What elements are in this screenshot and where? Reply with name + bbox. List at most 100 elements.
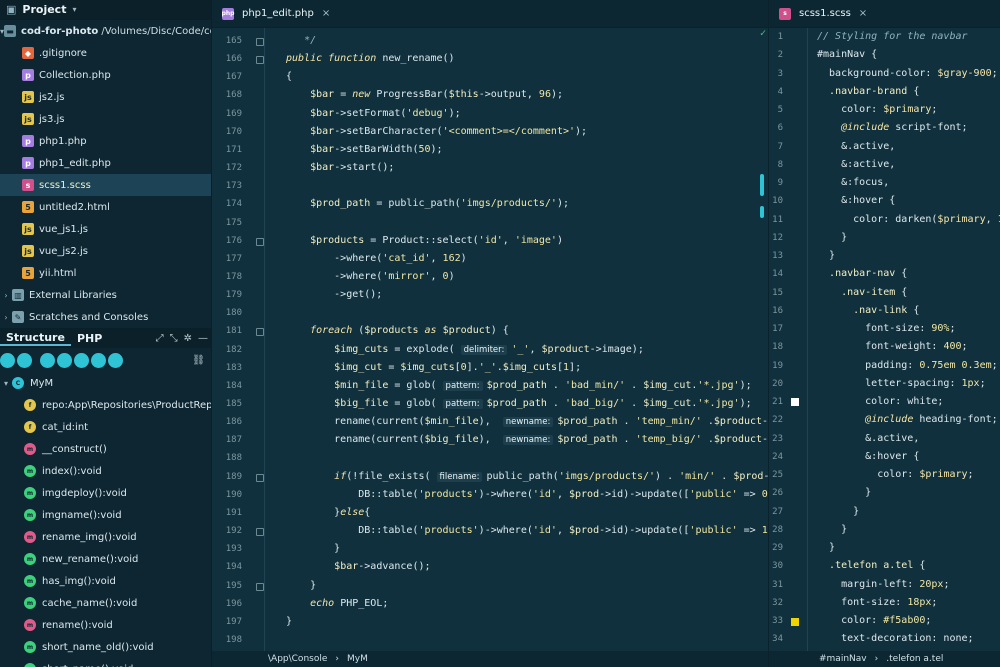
expand-icon[interactable]: ⤢ (153, 333, 167, 344)
tree-item-scratches[interactable]: › ✎ Scratches and Consoles (0, 306, 211, 328)
code-line[interactable]: DB::table('products')->where('id', $prod… (286, 525, 768, 536)
code-line[interactable]: $bar = new ProgressBar($this->output, 96… (286, 89, 563, 100)
show-methods-icon[interactable] (74, 352, 89, 368)
code-line[interactable]: } (286, 543, 340, 554)
code-line[interactable]: .nav-item { (817, 287, 907, 298)
tree-item-file[interactable]: 5 untitled2.html (0, 196, 211, 218)
code-line[interactable]: @include script-font; (817, 122, 967, 133)
link-icon[interactable]: ⛓ (192, 355, 211, 366)
code-line[interactable]: } (817, 542, 835, 553)
structure-member[interactable]: m short_name():void (0, 658, 211, 667)
code-line[interactable]: .navbar-nav { (817, 268, 907, 279)
code-line[interactable]: color: #f5ab00; (817, 615, 931, 626)
code-line[interactable]: margin-left: 20px; (817, 579, 949, 590)
code-line[interactable]: font-size: 18px; (817, 597, 937, 608)
code-line[interactable]: ->where('cat_id', 162) (286, 253, 466, 264)
code-line[interactable]: rename(current($big_file), newname: $prod… (286, 434, 768, 446)
code-line[interactable]: #mainNav { (817, 49, 877, 60)
tree-root[interactable]: ▾ ▬ cod-for-photo /Volumes/Disc/Code/co (0, 20, 211, 42)
structure-member[interactable]: f cat_id:int (0, 416, 211, 438)
code-line[interactable]: @include heading-font; (817, 414, 997, 425)
sort-icon[interactable] (0, 352, 15, 368)
structure-member[interactable]: m short_name_old():void (0, 636, 211, 658)
code-line[interactable]: $big_file = glob( pattern: $prod_path . '… (286, 398, 752, 409)
code-line[interactable]: letter-spacing: 1px; (817, 378, 985, 389)
code-line[interactable]: $min_file = glob( pattern: $prod_path . '… (286, 380, 752, 391)
fold-marker-icon[interactable] (256, 473, 264, 482)
tree-item-file[interactable]: js vue_js2.js (0, 240, 211, 262)
code-line[interactable]: font-size: 90%; (817, 323, 955, 334)
fold-marker-icon[interactable] (256, 328, 264, 337)
code-line[interactable]: $bar->setBarWidth(50); (286, 144, 442, 155)
code-line[interactable]: } (817, 487, 871, 498)
code-line[interactable]: // Styling for the navbar (817, 31, 968, 42)
code-line[interactable]: &.active, (817, 141, 895, 152)
tab-scss1[interactable]: s scss1.scss × (769, 0, 877, 28)
code-line[interactable]: text-decoration: none; (817, 633, 973, 644)
structure-member[interactable]: m new_rename():void (0, 548, 211, 570)
show-fields-icon[interactable] (40, 352, 55, 368)
code-line[interactable]: ->get(); (286, 289, 382, 300)
code-line[interactable]: &:focus, (817, 177, 889, 188)
structure-member[interactable]: m rename():void (0, 614, 211, 636)
code-line[interactable]: $bar->start(); (286, 162, 394, 173)
code-line[interactable]: $img_cuts = explode( delimiter: '_', $pro… (286, 344, 644, 355)
code-line[interactable]: */ (286, 35, 316, 46)
breadcrumb-item[interactable]: .telefon a.tel (886, 654, 943, 664)
code-line[interactable]: rename(current($min_file), newname: $prod… (286, 416, 768, 428)
code-line[interactable]: } (817, 524, 847, 535)
tree-item-file[interactable]: 5 yii.html (0, 262, 211, 284)
structure-member[interactable]: m imgdeploy():void (0, 482, 211, 504)
tab-php[interactable]: PHP (71, 332, 108, 345)
breadcrumb-item[interactable]: \App\Console (268, 654, 327, 664)
settings-icon[interactable]: ✲ (181, 333, 195, 344)
chevron-right-icon[interactable]: › (0, 291, 12, 300)
chevron-right-icon[interactable]: › (0, 313, 12, 322)
breadcrumb-item[interactable]: MyM (347, 654, 368, 664)
tree-item-file[interactable]: js vue_js1.js (0, 218, 211, 240)
code-line[interactable]: $img_cut = $img_cuts[0].'_'.$img_cuts[1]… (286, 362, 581, 373)
code-line[interactable]: } (286, 580, 316, 591)
code-line[interactable]: } (817, 250, 835, 261)
collapse-icon[interactable]: ⤡ (167, 333, 181, 344)
tree-item-file[interactable]: p Collection.php (0, 64, 211, 86)
fold-marker-icon[interactable] (256, 528, 264, 537)
show-properties-icon[interactable] (108, 352, 123, 368)
tree-item-file[interactable]: p php1_edit.php (0, 152, 211, 174)
fold-marker-icon[interactable] (256, 38, 264, 46)
code-line[interactable]: color: darken($primary, 10% (817, 214, 1000, 225)
fold-marker-icon[interactable] (256, 237, 264, 246)
code-line[interactable]: $bar->advance(); (286, 561, 430, 572)
close-icon[interactable]: × (322, 8, 330, 19)
code-line[interactable]: $products = Product::select('id', 'image… (286, 235, 563, 246)
code-line[interactable]: color: $primary; (817, 104, 937, 115)
code-line[interactable]: { (286, 71, 292, 82)
code-line[interactable]: foreach ($products as $product) { (286, 325, 509, 336)
code-line[interactable]: if(!file_exists( filename: public_path('i… (286, 471, 768, 482)
structure-member[interactable]: m has_img():void (0, 570, 211, 592)
code-line[interactable]: DB::table('products')->where('id', $prod… (286, 489, 768, 500)
code-line[interactable]: .telefon a.tel { (817, 560, 925, 571)
code-line[interactable]: public function new_rename() (286, 53, 455, 64)
code-line[interactable]: ->where('mirror', 0) (286, 271, 454, 282)
code-line[interactable]: &.active, (817, 433, 919, 444)
php-code-area[interactable]: ✓ 165 */ 166 public function new_rename() 1… (212, 28, 768, 651)
code-line[interactable]: &:hover { (817, 195, 895, 206)
tree-item-file[interactable]: js js3.js (0, 108, 211, 130)
tree-item-file[interactable]: s scss1.scss (0, 174, 211, 196)
code-line[interactable]: .nav-link { (817, 305, 919, 316)
minimize-icon[interactable]: — (195, 333, 211, 344)
close-icon[interactable]: × (859, 8, 867, 19)
fold-marker-icon[interactable] (256, 582, 264, 591)
code-line[interactable]: color: $primary; (817, 469, 973, 480)
code-line[interactable]: } (817, 506, 859, 517)
code-line[interactable]: &:hover { (817, 451, 919, 462)
code-line[interactable]: }else{ (286, 507, 370, 518)
filter-icon[interactable] (17, 352, 32, 368)
chevron-down-icon[interactable]: ▾ (0, 379, 12, 388)
structure-member[interactable]: m imgname():void (0, 504, 211, 526)
structure-member[interactable]: m __construct() (0, 438, 211, 460)
show-constants-icon[interactable] (91, 352, 106, 368)
code-line[interactable]: background-color: $gray-900; (817, 68, 998, 79)
structure-member[interactable]: f repo:App\Repositories\ProductRepo (0, 394, 211, 416)
